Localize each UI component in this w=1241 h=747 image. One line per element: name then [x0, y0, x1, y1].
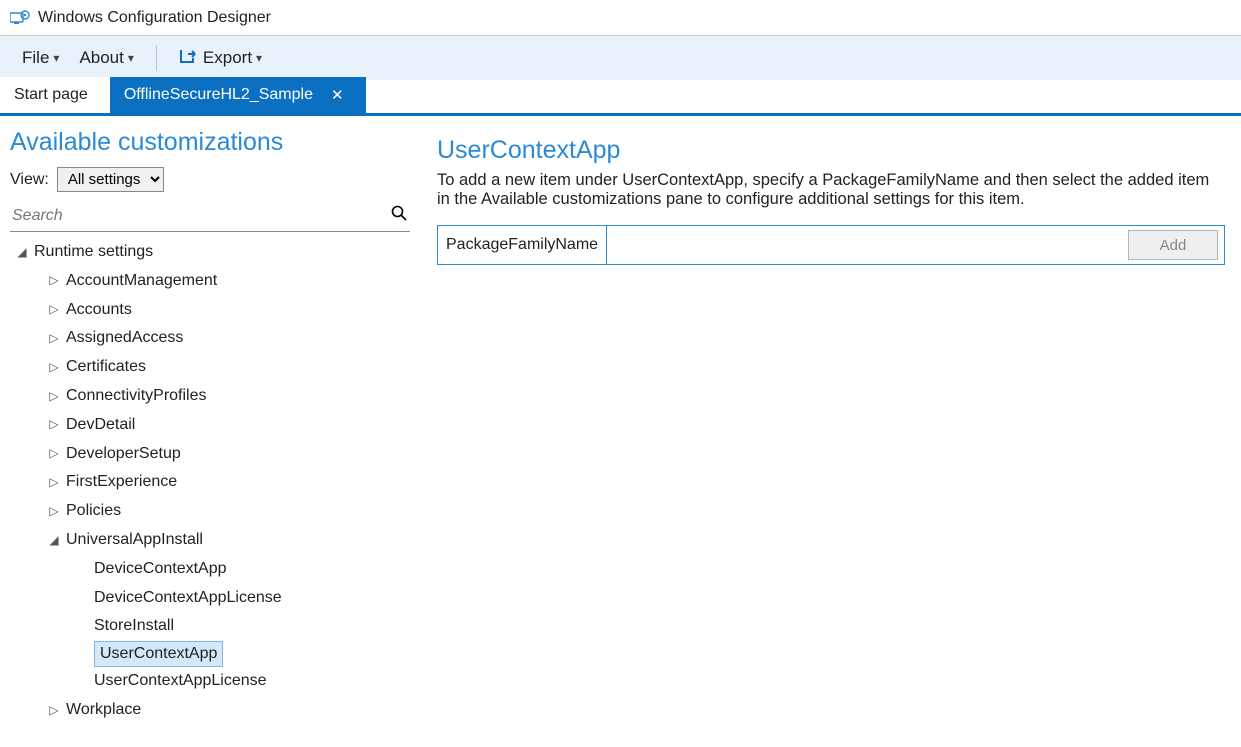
- expand-icon: ▷: [48, 700, 60, 722]
- view-row: View: All settings: [10, 167, 410, 192]
- page-description: To add a new item under UserContextApp, …: [437, 171, 1225, 209]
- tree-label: AccountManagement: [66, 267, 217, 296]
- tree-node-universal-app-install[interactable]: ◢ UniversalAppInstall: [10, 526, 410, 555]
- tree-label: DeviceContextAppLicense: [94, 584, 282, 613]
- chevron-down-icon: ▾: [256, 51, 262, 65]
- tree-node-user-context-app-license[interactable]: UserContextAppLicense: [10, 667, 410, 696]
- title-bar: Windows Configuration Designer: [0, 0, 1241, 36]
- tree-label: DevDetail: [66, 411, 135, 440]
- tab-start-page[interactable]: Start page: [0, 77, 110, 113]
- tab-project-label: OfflineSecureHL2_Sample: [124, 86, 313, 104]
- menu-file-label: File: [22, 48, 49, 68]
- expand-icon: ▷: [48, 414, 60, 436]
- add-item-row: PackageFamilyName Add: [437, 225, 1225, 265]
- tree-node-device-context-app[interactable]: DeviceContextApp: [10, 555, 410, 584]
- expand-icon: ▷: [48, 357, 60, 379]
- chevron-down-icon: ▾: [128, 51, 134, 65]
- tree-label: Accounts: [66, 296, 132, 325]
- page-title: UserContextApp: [437, 136, 1225, 165]
- menu-bar: File ▾ About ▾ Export ▾: [0, 36, 1241, 80]
- tree-label: StoreInstall: [94, 612, 174, 641]
- app-title: Windows Configuration Designer: [38, 9, 271, 27]
- menu-file[interactable]: File ▾: [14, 44, 67, 72]
- tree-node-developer-setup[interactable]: ▷ DeveloperSetup: [10, 440, 410, 469]
- close-icon[interactable]: ✕: [331, 86, 344, 104]
- view-label: View:: [10, 171, 49, 189]
- tree-node-certificates[interactable]: ▷ Certificates: [10, 353, 410, 382]
- search-input[interactable]: [12, 207, 390, 225]
- tree-label: Certificates: [66, 353, 146, 382]
- tree-label: ConnectivityProfiles: [66, 382, 207, 411]
- export-icon: [179, 47, 199, 70]
- tree-node-account-management[interactable]: ▷ AccountManagement: [10, 267, 410, 296]
- tree-label: Workplace: [66, 696, 141, 725]
- menu-separator: [156, 45, 157, 71]
- search-row: [10, 200, 410, 232]
- tab-bar: Start page OfflineSecureHL2_Sample ✕: [0, 80, 1241, 116]
- expand-icon: ▷: [48, 443, 60, 465]
- chevron-down-icon: ▾: [53, 51, 59, 65]
- tree-label: AssignedAccess: [66, 324, 183, 353]
- tree-label: UserContextAppLicense: [94, 667, 267, 696]
- tree-label: FirstExperience: [66, 468, 177, 497]
- tree-node-device-context-app-license[interactable]: DeviceContextAppLicense: [10, 584, 410, 613]
- add-button[interactable]: Add: [1128, 230, 1218, 260]
- expand-icon: ▷: [48, 299, 60, 321]
- tree-label: DeviceContextApp: [94, 555, 227, 584]
- expand-icon: ▷: [48, 501, 60, 523]
- main-panel: UserContextApp To add a new item under U…: [420, 116, 1241, 744]
- tab-start-label: Start page: [14, 86, 88, 104]
- tree-label: Runtime settings: [34, 238, 153, 267]
- menu-about-label: About: [79, 48, 123, 68]
- tree-node-policies[interactable]: ▷ Policies: [10, 497, 410, 526]
- tree-node-dev-detail[interactable]: ▷ DevDetail: [10, 411, 410, 440]
- expand-icon: ▷: [48, 270, 60, 292]
- package-family-name-label: PackageFamilyName: [438, 226, 607, 264]
- tree-node-workplace[interactable]: ▷ Workplace: [10, 696, 410, 725]
- app-icon: [10, 10, 30, 26]
- view-select[interactable]: All settings: [57, 167, 164, 192]
- tree-node-assigned-access[interactable]: ▷ AssignedAccess: [10, 324, 410, 353]
- tree-node-connectivity-profiles[interactable]: ▷ ConnectivityProfiles: [10, 382, 410, 411]
- tree-label: DeveloperSetup: [66, 440, 181, 469]
- tree-node-accounts[interactable]: ▷ Accounts: [10, 296, 410, 325]
- menu-export-label: Export: [203, 48, 252, 68]
- expand-icon: ▷: [48, 328, 60, 350]
- package-family-name-input[interactable]: [607, 226, 1122, 264]
- expand-icon: ▷: [48, 472, 60, 494]
- tree-label: UniversalAppInstall: [66, 526, 203, 555]
- tree-label: UserContextApp: [94, 641, 223, 667]
- sidebar-heading: Available customizations: [10, 128, 410, 157]
- menu-about[interactable]: About ▾: [71, 44, 141, 72]
- collapse-icon: ◢: [16, 242, 28, 264]
- tree-node-first-experience[interactable]: ▷ FirstExperience: [10, 468, 410, 497]
- collapse-icon: ◢: [48, 530, 60, 552]
- tab-project[interactable]: OfflineSecureHL2_Sample ✕: [110, 77, 366, 113]
- expand-icon: ▷: [48, 386, 60, 408]
- tree-node-store-install[interactable]: StoreInstall: [10, 612, 410, 641]
- tree-label: Policies: [66, 497, 121, 526]
- tree-node-runtime-settings[interactable]: ◢ Runtime settings: [10, 238, 410, 267]
- menu-export[interactable]: Export ▾: [171, 43, 270, 74]
- search-icon[interactable]: [390, 204, 408, 227]
- settings-tree: ◢ Runtime settings ▷ AccountManagement ▷ A…: [10, 238, 410, 725]
- sidebar: Available customizations View: All setti…: [0, 116, 420, 744]
- content-area: Available customizations View: All setti…: [0, 116, 1241, 744]
- tree-node-user-context-app[interactable]: UserContextApp: [10, 641, 410, 667]
